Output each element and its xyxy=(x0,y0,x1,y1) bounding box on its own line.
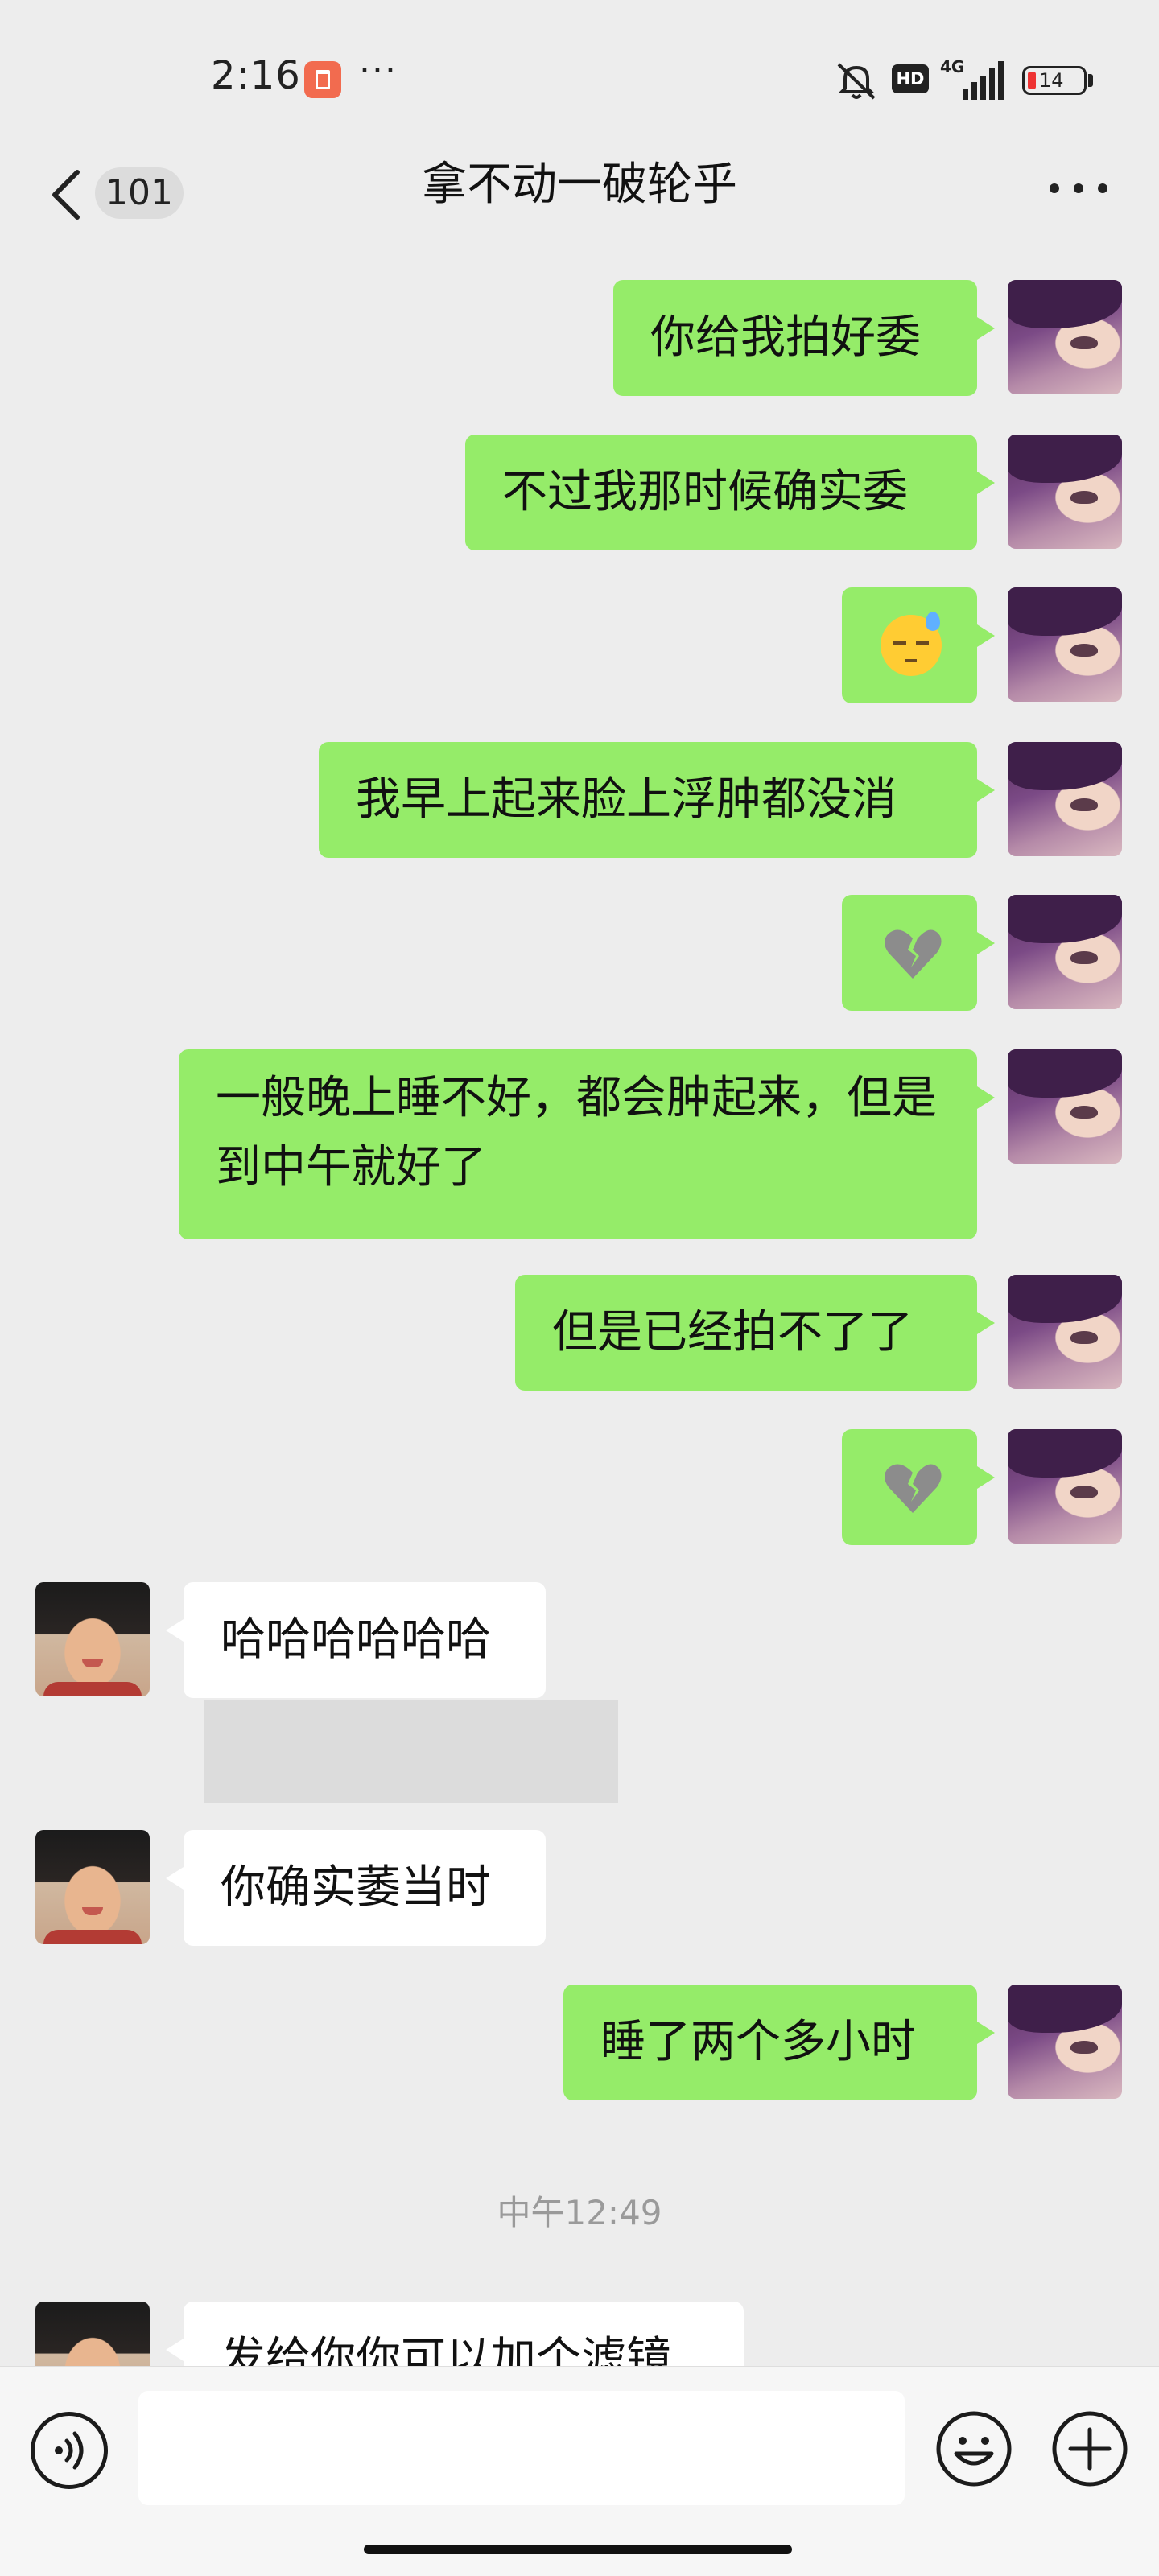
voice-input-button[interactable] xyxy=(31,2412,108,2489)
chat-title: 拿不动一破轮乎 xyxy=(422,159,737,211)
chat-header: 101 拿不动一破轮乎 xyxy=(0,145,1159,249)
my-avatar[interactable] xyxy=(1008,435,1122,549)
broken-heart-emoji-icon xyxy=(885,1464,942,1513)
my-avatar[interactable] xyxy=(1008,1429,1122,1544)
battery-icon: 14 xyxy=(1022,66,1087,95)
battery-level: 14 xyxy=(1039,69,1064,92)
notification-app-icon xyxy=(304,61,341,98)
voice-icon xyxy=(55,2431,84,2470)
home-indicator[interactable] xyxy=(364,2545,792,2554)
plus-button[interactable] xyxy=(1050,2409,1130,2489)
more-options-button[interactable] xyxy=(1046,175,1111,200)
more-dot-icon xyxy=(1074,183,1083,193)
emoji-bubble[interactable] xyxy=(842,895,995,1011)
emoji-button[interactable] xyxy=(934,2409,1014,2489)
message-bubble[interactable]: 睡了两个多小时 xyxy=(563,1985,995,2100)
broken-heart-emoji-icon xyxy=(885,929,942,979)
battery-cap xyxy=(1088,74,1093,87)
message-timestamp: 中午12:49 xyxy=(497,2193,662,2232)
unread-count-badge[interactable]: 101 xyxy=(95,167,184,219)
message-bubble[interactable]: 你确实萎当时 xyxy=(166,1830,546,1946)
back-button[interactable] xyxy=(42,155,98,235)
network-label: 4G xyxy=(940,58,964,76)
my-avatar[interactable] xyxy=(1008,895,1122,1009)
my-avatar[interactable] xyxy=(1008,742,1122,856)
message-input[interactable] xyxy=(138,2391,905,2505)
my-avatar[interactable] xyxy=(1008,1049,1122,1164)
contact-avatar[interactable] xyxy=(35,1830,150,1944)
more-dot-icon xyxy=(1098,183,1107,193)
message-bubble[interactable]: 但是已经拍不了了 xyxy=(515,1275,995,1391)
message-bubble[interactable]: 不过我那时候确实委 xyxy=(465,435,995,550)
emoji-bubble[interactable] xyxy=(842,587,995,703)
contact-avatar[interactable] xyxy=(35,1582,150,1696)
my-avatar[interactable] xyxy=(1008,280,1122,394)
message-bubble[interactable]: 一般晚上睡不好，都会肿起来，但是到中午就好了 xyxy=(179,1049,995,1239)
chevron-left-icon xyxy=(52,170,80,220)
signal-icon: 4G xyxy=(940,58,1004,100)
emoji-bubble[interactable] xyxy=(842,1429,995,1545)
message-bubble[interactable]: 你给我拍好委 xyxy=(613,280,995,396)
redacted-block xyxy=(204,1700,618,1803)
hd-icon: HD xyxy=(892,64,929,93)
my-avatar[interactable] xyxy=(1008,1985,1122,2099)
message-bubble[interactable]: 我早上起来脸上浮肿都没消 xyxy=(319,742,995,858)
mute-icon xyxy=(837,63,876,100)
sweat-smile-emoji-icon xyxy=(881,612,942,676)
my-avatar[interactable] xyxy=(1008,1275,1122,1389)
status-bar: 2:16 ··· HD 4G 14 xyxy=(0,0,1159,153)
message-bubble[interactable]: 哈哈哈哈哈哈 xyxy=(166,1582,546,1698)
status-time: 2:16 xyxy=(211,53,301,98)
my-avatar[interactable] xyxy=(1008,587,1122,702)
more-dot-icon xyxy=(1050,183,1059,193)
status-more-dots: ··· xyxy=(359,50,398,91)
